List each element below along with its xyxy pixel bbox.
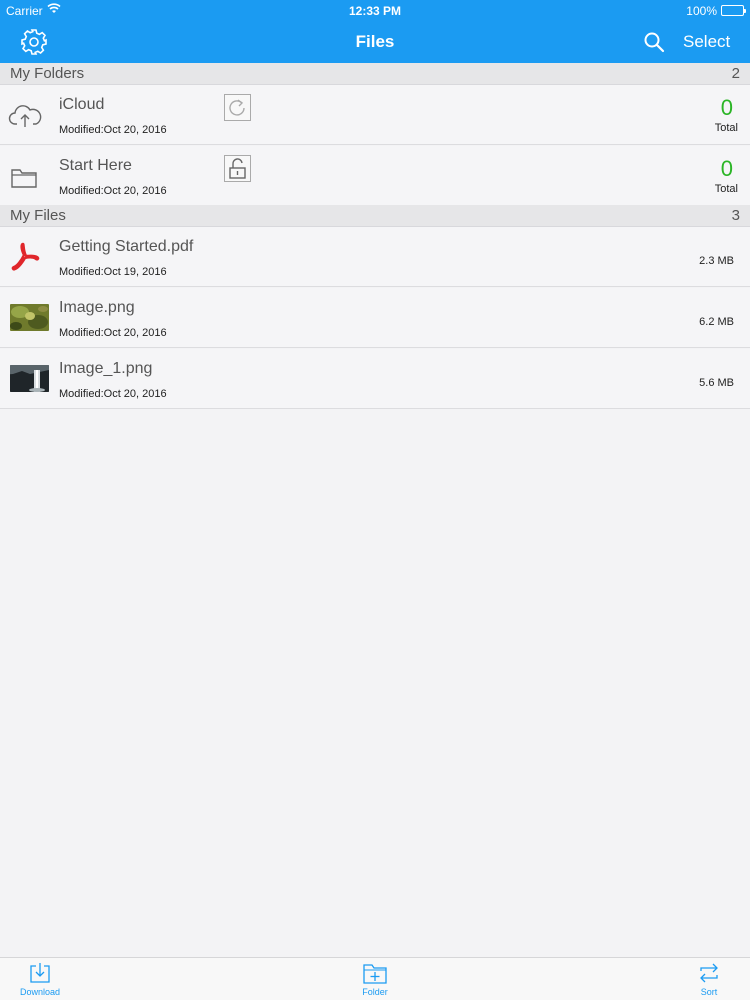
unlock-button[interactable] <box>224 155 251 182</box>
folder-icon <box>8 160 42 192</box>
navigation-bar: Carrier 12:33 PM 100% Files Select <box>0 0 750 63</box>
cloud-upload-icon <box>8 99 42 131</box>
bottom-toolbar: Download Folder Sort <box>0 957 750 1000</box>
folder-row-start-here[interactable]: Start Here Modified:Oct 20, 2016 0 Total <box>0 146 750 206</box>
section-title: My Folders <box>10 65 85 82</box>
modified-date: Modified:Oct 20, 2016 <box>59 185 167 197</box>
files-section-header: My Files 3 <box>0 205 750 227</box>
clock: 12:33 PM <box>348 4 402 18</box>
status-bar: Carrier 12:33 PM 100% <box>0 0 750 20</box>
sync-button[interactable] <box>224 94 251 121</box>
file-size: 2.3 MB <box>699 255 734 267</box>
image-thumbnail <box>10 365 49 392</box>
total-label: Total <box>714 122 738 134</box>
section-title: My Files <box>10 207 66 224</box>
file-size: 6.2 MB <box>699 316 734 328</box>
page-title: Files <box>355 32 395 51</box>
modified-date: Modified:Oct 19, 2016 <box>59 266 167 278</box>
battery-icon <box>721 5 746 16</box>
total-count: 0 <box>720 156 733 181</box>
folder-row-icloud[interactable]: iCloud Modified:Oct 20, 2016 0 Total <box>0 85 750 145</box>
modified-date: Modified:Oct 20, 2016 <box>59 388 167 400</box>
total-label: Total <box>714 183 738 195</box>
pdf-icon <box>8 241 42 273</box>
sort-button[interactable]: Sort <box>680 958 738 1000</box>
folder-label: Folder <box>362 987 388 997</box>
folder-add-icon <box>363 964 387 984</box>
battery-percent: 100% <box>686 4 717 18</box>
unlock-icon <box>229 158 246 179</box>
file-row-image-1[interactable]: Image_1.png Modified:Oct 20, 2016 5.6 MB <box>0 349 750 409</box>
total-count: 0 <box>720 95 733 120</box>
folders-section-header: My Folders 2 <box>0 63 750 85</box>
select-button[interactable]: Select <box>683 32 730 52</box>
folder-name: iCloud <box>59 96 105 113</box>
sort-label: Sort <box>700 987 718 997</box>
file-name: Image_1.png <box>59 360 153 377</box>
file-size: 5.6 MB <box>699 377 734 389</box>
folder-name: Start Here <box>59 157 132 174</box>
sync-icon <box>229 99 245 116</box>
section-count: 3 <box>731 207 740 224</box>
sort-icon <box>700 963 718 983</box>
image-thumbnail <box>10 304 49 331</box>
download-icon <box>30 963 50 983</box>
section-count: 2 <box>731 65 740 82</box>
download-label: Download <box>19 987 61 997</box>
modified-date: Modified:Oct 20, 2016 <box>59 327 167 339</box>
new-folder-button[interactable]: Folder <box>345 958 405 1000</box>
file-name: Image.png <box>59 299 135 316</box>
file-name: Getting Started.pdf <box>59 238 194 255</box>
search-button[interactable] <box>643 31 665 53</box>
modified-date: Modified:Oct 20, 2016 <box>59 124 167 136</box>
download-button[interactable]: Download <box>10 958 70 1000</box>
file-row-image[interactable]: Image.png Modified:Oct 20, 2016 6.2 MB <box>0 288 750 348</box>
file-row-getting-started[interactable]: Getting Started.pdf Modified:Oct 19, 201… <box>0 227 750 287</box>
search-icon <box>644 32 665 53</box>
